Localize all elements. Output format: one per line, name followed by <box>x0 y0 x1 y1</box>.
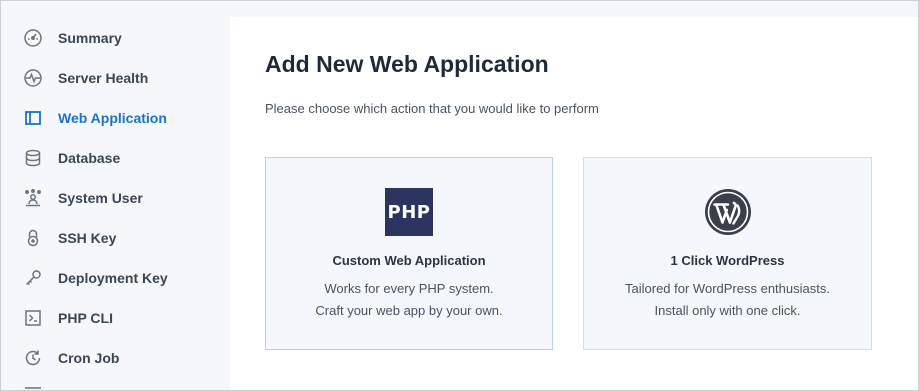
sidebar-item-label: Deployment Key <box>58 270 168 286</box>
database-icon <box>23 148 43 168</box>
page-title: Add New Web Application <box>265 51 549 77</box>
sidebar-item-system-user[interactable]: System User <box>1 178 230 218</box>
dashboard-gauge-icon <box>23 28 43 48</box>
sidebar-item-server-health[interactable]: Server Health <box>1 58 230 98</box>
sidebar: Summary Server Health Web Application Da… <box>1 1 230 390</box>
sidebar-item-deployment-key[interactable]: Deployment Key <box>1 258 230 298</box>
sidebar-item-database[interactable]: Database <box>1 138 230 178</box>
terminal-icon <box>23 308 43 328</box>
sidebar-item-label: PHP CLI <box>58 310 113 326</box>
padlock-icon <box>23 228 43 248</box>
sidebar-item-php-cli[interactable]: PHP CLI <box>1 298 230 338</box>
sidebar-item-label: Cron Job <box>58 350 120 366</box>
php-logo-text: PHP <box>387 201 431 223</box>
card-title: 1 Click WordPress <box>670 253 785 268</box>
card-description-line2: Install only with one click. <box>654 303 801 318</box>
sidebar-item-cron-job[interactable]: Cron Job <box>1 338 230 378</box>
clock-refresh-icon <box>23 348 43 368</box>
sidebar-item-label: Server Health <box>58 70 149 86</box>
sidebar-item-partial <box>25 387 41 390</box>
sidebar-item-label: Web Application <box>58 110 167 126</box>
card-description-line1: Tailored for WordPress enthusiasts. <box>625 281 830 296</box>
card-title: Custom Web Application <box>332 253 486 268</box>
sidebar-item-label: Database <box>58 150 121 166</box>
one-click-wordpress-card[interactable]: 1 Click WordPress Tailored for WordPress… <box>583 157 872 350</box>
sidebar-item-label: System User <box>58 190 143 206</box>
card-description-line1: Works for every PHP system. <box>324 281 494 296</box>
main-content: Add New Web Application Please choose wh… <box>230 17 918 390</box>
page-subtitle: Please choose which action that you woul… <box>265 101 599 116</box>
heartbeat-icon <box>23 68 43 88</box>
key-icon <box>23 268 43 288</box>
wordpress-logo-icon <box>704 188 752 236</box>
sidebar-item-label: Summary <box>58 30 122 46</box>
card-description-line2: Craft your web app by your own. <box>315 303 503 318</box>
app-frame: Summary Server Health Web Application Da… <box>0 0 919 391</box>
browser-window-icon <box>23 108 43 128</box>
custom-web-application-card[interactable]: PHP Custom Web Application Works for eve… <box>265 157 553 350</box>
user-network-icon <box>23 188 43 208</box>
sidebar-item-ssh-key[interactable]: SSH Key <box>1 218 230 258</box>
sidebar-item-web-application[interactable]: Web Application <box>1 98 230 138</box>
php-logo-icon: PHP <box>385 188 433 236</box>
sidebar-item-label: SSH Key <box>58 230 117 246</box>
sidebar-item-summary[interactable]: Summary <box>1 18 230 58</box>
